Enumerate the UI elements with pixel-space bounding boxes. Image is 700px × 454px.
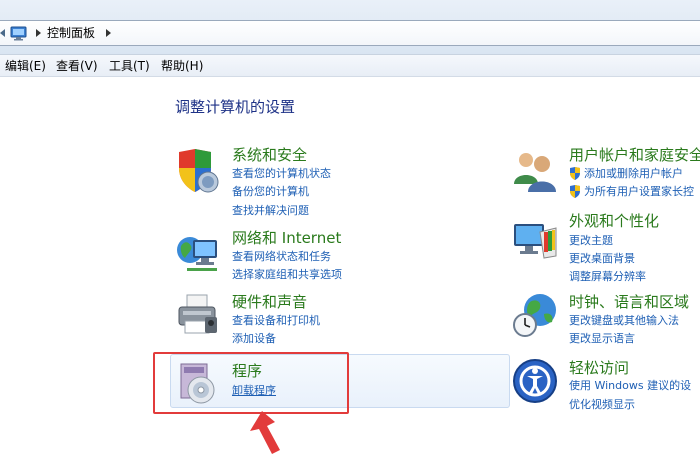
category-clock-language-region[interactable]: 时钟、语言和区域: [569, 292, 689, 312]
category-user-accounts[interactable]: 用户帐户和家庭安全: [569, 145, 700, 165]
address-bar[interactable]: 控制面板: [0, 20, 700, 46]
link-add-device[interactable]: 添加设备: [232, 331, 276, 346]
link-parental-controls[interactable]: 为所有用户设置家长控: [584, 184, 694, 199]
breadcrumb-separator-icon[interactable]: [36, 29, 41, 37]
link-change-theme[interactable]: 更改主题: [569, 233, 613, 248]
link-windows-recommended-settings[interactable]: 使用 Windows 建议的设: [569, 378, 691, 393]
menu-bar: 编辑(E) 查看(V) 工具(T) 帮助(H): [0, 55, 700, 77]
link-change-display-language[interactable]: 更改显示语言: [569, 331, 635, 346]
link-homegroup-sharing[interactable]: 选择家庭组和共享选项: [232, 267, 342, 282]
menu-edit[interactable]: 编辑(E): [5, 58, 46, 74]
link-add-remove-accounts[interactable]: 添加或删除用户帐户: [584, 166, 683, 181]
breadcrumb-separator-icon[interactable]: [106, 29, 111, 37]
link-view-computer-status[interactable]: 查看您的计算机状态: [232, 166, 331, 181]
menu-view[interactable]: 查看(V): [56, 58, 98, 74]
breadcrumb-control-panel[interactable]: 控制面板: [47, 25, 95, 41]
menu-help[interactable]: 帮助(H): [161, 58, 203, 74]
category-network-internet[interactable]: 网络和 Internet: [232, 228, 341, 248]
category-appearance[interactable]: 外观和个性化: [569, 211, 659, 231]
shield-monitor-icon: [179, 149, 219, 193]
back-arrow-icon[interactable]: [0, 29, 5, 37]
address-bar-area: 控制面板: [0, 0, 700, 55]
link-change-input-methods[interactable]: 更改键盘或其他输入法: [569, 313, 679, 328]
link-change-desktop-background[interactable]: 更改桌面背景: [569, 251, 635, 266]
appearance-monitor-icon: [514, 224, 557, 259]
link-optimize-visual-display[interactable]: 优化视频显示: [569, 397, 635, 412]
printer-icon: [178, 294, 217, 334]
page-title: 调整计算机的设置: [175, 98, 296, 116]
link-troubleshoot[interactable]: 查找并解决问题: [232, 203, 309, 218]
category-ease-of-access[interactable]: 轻松访问: [569, 358, 629, 378]
annotation-arrow-icon: [250, 411, 280, 454]
ease-of-access-icon: [513, 359, 557, 403]
globe-clock-icon: [513, 294, 556, 337]
link-adjust-resolution[interactable]: 调整屏幕分辨率: [569, 269, 646, 284]
link-backup-computer[interactable]: 备份您的计算机: [232, 184, 309, 199]
category-system-security[interactable]: 系统和安全: [232, 145, 307, 165]
link-view-network-status[interactable]: 查看网络状态和任务: [232, 249, 331, 264]
control-panel-icon: [10, 26, 27, 41]
uac-shield-icon: [570, 167, 580, 180]
network-globe-icon: [177, 237, 217, 271]
category-hardware-sound[interactable]: 硬件和声音: [232, 292, 307, 312]
users-icon: [514, 153, 556, 192]
link-devices-printers[interactable]: 查看设备和打印机: [232, 313, 320, 328]
menu-tools[interactable]: 工具(T): [109, 58, 150, 74]
uac-shield-icon: [570, 185, 580, 198]
